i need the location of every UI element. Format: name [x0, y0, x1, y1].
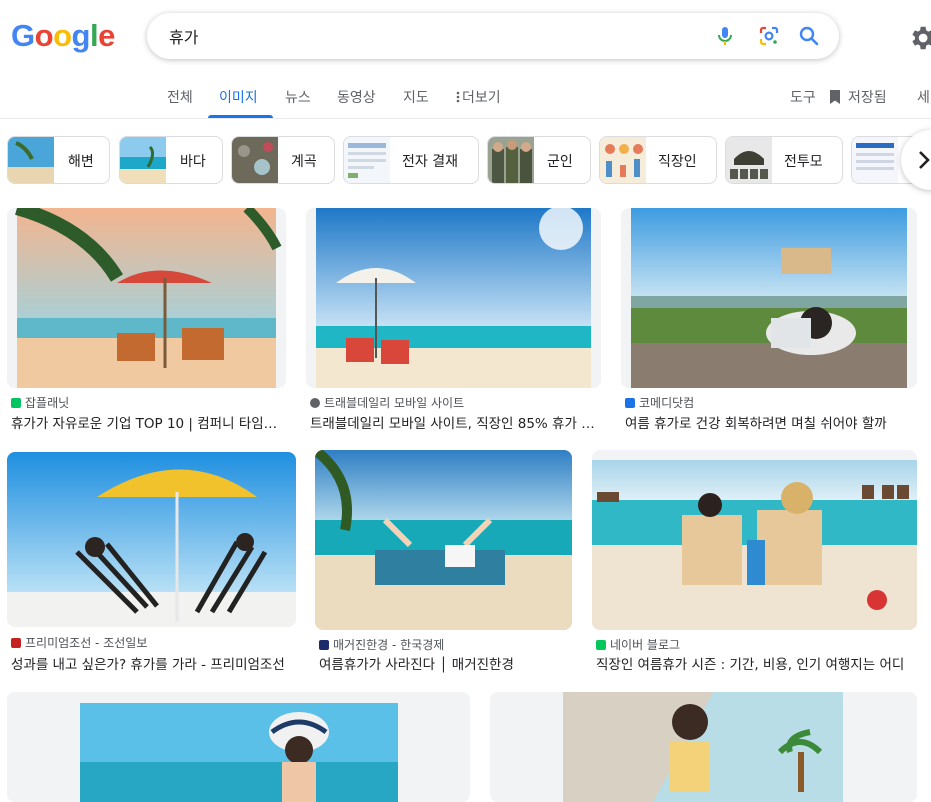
- google-logo[interactable]: Google: [11, 18, 115, 54]
- site-favicon-icon: [319, 640, 329, 650]
- image-result[interactable]: [7, 692, 470, 802]
- site-favicon-icon: [11, 398, 21, 408]
- result-thumbnail[interactable]: [306, 208, 601, 388]
- image-result[interactable]: 코메디닷컴 여름 휴가로 건강 회복하려면 며칠 쉬어야 할까: [621, 208, 917, 432]
- image-result[interactable]: 트래블데일리 모바일 사이트 트래블데일리 모바일 사이트, 직장인 85% 휴…: [306, 208, 601, 432]
- chip-thumbnail: [120, 137, 166, 183]
- chevron-right-icon: [919, 151, 930, 169]
- chip-label: 바다: [180, 154, 206, 170]
- chip-label: 해변: [68, 154, 94, 170]
- logo-letter: o: [34, 18, 54, 53]
- safesearch-button[interactable]: 세: [917, 87, 930, 107]
- active-tab-indicator: [208, 115, 273, 118]
- search-tabs: 전체 이미지 뉴스 동영상 지도 더보기 도구 저장됨 세: [0, 78, 931, 119]
- result-source[interactable]: 네이버 블로그: [596, 636, 680, 653]
- result-source[interactable]: 트래블데일리 모바일 사이트: [310, 394, 464, 411]
- chip-label: 전투모: [784, 154, 823, 170]
- image-result[interactable]: 프리미엄조선 - 조선일보 성과를 내고 싶은가? 휴가를 가라 - 프리미엄조…: [7, 452, 296, 674]
- site-favicon-icon: [625, 398, 635, 408]
- bookmark-icon: [830, 90, 840, 104]
- source-label: 코메디닷컴: [639, 396, 695, 410]
- gear-icon[interactable]: [907, 23, 931, 53]
- result-thumbnail[interactable]: [592, 450, 917, 630]
- logo-letter: l: [89, 18, 99, 53]
- tab-images[interactable]: 이미지: [219, 87, 258, 107]
- chip-valley[interactable]: 계곡: [231, 136, 335, 184]
- result-title[interactable]: 휴가가 자유로운 기업 TOP 10 | 컴퍼니 타임라인: [11, 412, 286, 432]
- chip-label: 전자 결재: [402, 154, 458, 170]
- result-title[interactable]: 직장인 여름휴가 시즌 : 기간, 비용, 인기 여행지는 어디: [596, 653, 917, 673]
- tools-button[interactable]: 도구: [790, 87, 816, 107]
- chip-thumbnail: [344, 137, 390, 183]
- site-favicon-icon: [310, 398, 320, 408]
- image-result[interactable]: 네이버 블로그 직장인 여름휴가 시즌 : 기간, 비용, 인기 여행지는 어디: [592, 450, 917, 674]
- source-label: 트래블데일리 모바일 사이트: [324, 396, 465, 410]
- chip-thumbnail: [488, 137, 534, 183]
- result-thumbnail[interactable]: [490, 692, 917, 802]
- chip-soldier[interactable]: 군인: [487, 136, 591, 184]
- search-box: [147, 13, 839, 59]
- result-source[interactable]: 매거진한경 - 한국경제: [319, 636, 444, 653]
- tab-news[interactable]: 뉴스: [285, 87, 311, 107]
- chip-thumbnail: [8, 137, 54, 183]
- tab-all[interactable]: 전체: [167, 87, 193, 107]
- logo-letter: o: [53, 18, 72, 53]
- image-result[interactable]: 매거진한경 - 한국경제 여름휴가가 사라진다 │ 매거진한경: [315, 450, 572, 674]
- tab-videos[interactable]: 동영상: [337, 87, 376, 107]
- chip-thumbnail: [852, 137, 898, 183]
- chip-thumbnail: [232, 137, 278, 183]
- search-icon[interactable]: [797, 24, 821, 48]
- chip-thumbnail: [600, 137, 646, 183]
- result-thumbnail[interactable]: [315, 450, 572, 630]
- chip-label: 계곡: [291, 154, 317, 170]
- site-favicon-icon: [11, 638, 21, 648]
- image-result[interactable]: 잡플래닛 휴가가 자유로운 기업 TOP 10 | 컴퍼니 타임라인: [7, 208, 286, 432]
- result-title[interactable]: 여름 휴가로 건강 회복하려면 며칠 쉬어야 할까: [625, 412, 917, 432]
- result-title[interactable]: 트래블데일리 모바일 사이트, 직장인 85% 휴가 계획: [310, 412, 600, 432]
- result-thumbnail[interactable]: [7, 452, 296, 627]
- chip-beach[interactable]: 해변: [7, 136, 110, 184]
- source-label: 매거진한경 - 한국경제: [333, 638, 445, 652]
- result-title[interactable]: 여름휴가가 사라진다 │ 매거진한경: [319, 653, 572, 673]
- result-source[interactable]: 코메디닷컴: [625, 394, 694, 411]
- lens-camera-icon[interactable]: [757, 24, 781, 48]
- saved-label: 저장됨: [848, 90, 887, 106]
- result-source[interactable]: 프리미엄조선 - 조선일보: [11, 634, 147, 651]
- microphone-icon[interactable]: [713, 24, 737, 48]
- source-label: 잡플래닛: [25, 396, 70, 410]
- search-input[interactable]: [167, 23, 691, 49]
- tab-more-label: 더보기: [462, 90, 501, 106]
- chip-thumbnail: [726, 137, 772, 183]
- chip-label: 직장인: [658, 154, 697, 170]
- tab-more[interactable]: 더보기: [454, 87, 501, 107]
- result-thumbnail[interactable]: [621, 208, 917, 388]
- source-label: 프리미엄조선 - 조선일보: [25, 636, 148, 650]
- chip-office-worker[interactable]: 직장인: [599, 136, 717, 184]
- result-title[interactable]: 성과를 내고 싶은가? 휴가를 가라 - 프리미엄조선: [11, 653, 296, 673]
- chip-sea[interactable]: 바다: [119, 136, 223, 184]
- logo-letter: G: [11, 18, 35, 53]
- logo-letter: e: [98, 18, 115, 53]
- result-source[interactable]: 잡플래닛: [11, 394, 69, 411]
- chip-e-approval[interactable]: 전자 결재: [343, 136, 479, 184]
- tab-maps[interactable]: 지도: [403, 87, 429, 107]
- more-vert-icon: [456, 91, 460, 103]
- result-thumbnail[interactable]: [7, 208, 286, 388]
- chip-combat-cap[interactable]: 전투모: [725, 136, 843, 184]
- site-favicon-icon: [596, 640, 606, 650]
- result-thumbnail[interactable]: [7, 692, 470, 802]
- source-label: 네이버 블로그: [610, 638, 681, 652]
- saved-button[interactable]: 저장됨: [828, 87, 887, 107]
- related-search-chips: 해변 바다 계곡 전자 결재 군인 직장인 전투모: [0, 136, 931, 184]
- chip-label: 군인: [547, 154, 573, 170]
- logo-letter: g: [71, 18, 91, 53]
- image-result[interactable]: [490, 692, 917, 802]
